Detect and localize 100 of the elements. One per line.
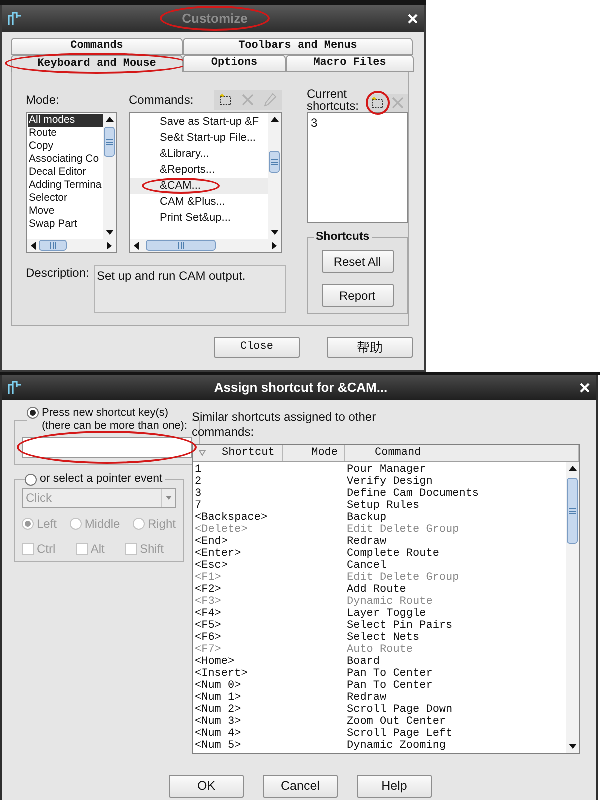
table-cell: Verify Design — [347, 476, 433, 488]
push-button[interactable]: Cancel — [263, 775, 338, 798]
caret-icon — [166, 496, 172, 500]
close-icon[interactable] — [408, 14, 418, 24]
list-item[interactable]: &Library... — [130, 146, 268, 162]
tab[interactable]: Macro Files — [286, 55, 414, 72]
tab[interactable]: Commands — [11, 38, 183, 55]
list-item[interactable]: Se&t Start-up File... — [130, 130, 268, 146]
arrow-down-icon[interactable] — [270, 229, 278, 236]
table-cell: Pan To Center — [347, 680, 433, 692]
similar-shortcuts-label: Similar shortcuts assigned to other commands: — [192, 410, 378, 440]
table-cell: Complete Route — [347, 548, 440, 560]
table-cell-text: <Num 5> — [195, 740, 242, 752]
list-item[interactable]: Print Set&up... — [130, 210, 268, 226]
list-item[interactable]: &Reports... — [130, 162, 268, 178]
arrow-right-icon[interactable] — [106, 242, 113, 250]
new-item-icon[interactable] — [219, 93, 233, 107]
table-cell-text: 3 — [195, 488, 203, 500]
table-cell: Add Route — [347, 584, 406, 596]
tab[interactable]: Options — [183, 55, 286, 72]
new-item-icon[interactable] — [371, 96, 385, 110]
scrollbar-thumb[interactable] — [104, 127, 115, 157]
arrow-up-icon[interactable] — [106, 116, 114, 123]
list-item[interactable]: Selector — [28, 192, 103, 205]
table-cell: Zoom Out Center — [347, 716, 446, 728]
arrow-up-icon[interactable] — [270, 116, 278, 123]
list-item[interactable]: Swap Part — [28, 218, 103, 231]
mode-list[interactable]: All modes Route Copy Associating Co Decal Editor Adding Termina Selector Move Swap Part — [26, 112, 117, 253]
close-icon[interactable] — [580, 382, 590, 392]
table-cell-text: <Num 0> — [195, 680, 242, 692]
table-cell: Edit Delete Group — [347, 524, 460, 536]
scrollbar-track[interactable] — [130, 239, 281, 252]
arrow-left-icon[interactable] — [133, 242, 140, 250]
table-cell: Pan To Center — [347, 668, 433, 680]
arrow-down-icon[interactable] — [106, 229, 114, 236]
table-cell-text: <Esc> — [195, 560, 230, 572]
arrow-down-icon[interactable] — [568, 743, 576, 750]
table-cell-text: 1 — [195, 464, 203, 476]
table-cell-text: <F5> — [195, 620, 222, 632]
table-cell-text: <Num 4> — [195, 728, 242, 740]
arrow-left-icon[interactable] — [30, 242, 37, 250]
list-item[interactable]: Associating Co — [28, 153, 103, 166]
mode-label: Mode: — [26, 92, 60, 109]
table-cell-text: <Delete> — [195, 524, 249, 536]
checkbox-label: Alt — [90, 541, 105, 558]
list-item[interactable]: 3 — [311, 114, 404, 132]
radio-label: Left — [37, 516, 58, 534]
push-button[interactable]: Close — [214, 337, 300, 358]
list-item[interactable]: Adding Termina — [28, 179, 103, 192]
column-header[interactable]: Shortcut — [193, 445, 283, 461]
list-item[interactable]: CAM &Plus... — [130, 194, 268, 210]
table-cell: Board — [347, 656, 380, 668]
group-title: Shortcuts — [315, 230, 371, 245]
list-item[interactable]: All modes — [28, 114, 103, 127]
table-cell-text: <Enter> — [195, 548, 242, 560]
push-button[interactable]: Help — [357, 775, 432, 798]
sort-icon — [199, 450, 206, 456]
list-item[interactable]: Save as Start-up &F — [130, 114, 268, 130]
radio-label: Middle — [84, 516, 120, 534]
shortcuts-list[interactable]: 3 — [307, 112, 408, 223]
list-item[interactable]: Move — [28, 205, 103, 218]
push-button[interactable]: Report — [322, 284, 394, 308]
push-button[interactable]: 帮助 — [327, 337, 413, 358]
table-cell: Auto Route — [347, 644, 414, 656]
list-item[interactable]: Decal Editor — [28, 166, 103, 179]
list-item[interactable]: &CAM... — [130, 178, 268, 194]
radio-label: or select a pointer event — [40, 472, 163, 487]
checkbox-label: Ctrl — [37, 541, 56, 558]
commands-list[interactable]: Save as Start-up &F Se&t Start-up File... &Library... &Reports... &CAM... CAM &Plus... Print Set&up... — [129, 112, 282, 253]
push-button[interactable]: Reset All — [322, 250, 394, 274]
tab[interactable]: Keyboard and Mouse — [11, 55, 183, 72]
list-item[interactable]: Copy — [28, 140, 103, 153]
table-cell: Redraw — [347, 536, 387, 548]
radio-button[interactable] — [27, 407, 39, 419]
input-field[interactable] — [22, 437, 192, 458]
push-button[interactable]: OK — [169, 775, 244, 798]
table-cell-text: <Backspace> — [195, 512, 269, 524]
arrow-up-icon[interactable] — [568, 465, 576, 472]
scrollbar-thumb[interactable] — [146, 240, 216, 251]
checkbox-label: Shift — [140, 541, 164, 558]
arrow-right-icon[interactable] — [271, 242, 278, 250]
scrollbar-thumb[interactable] — [567, 478, 578, 544]
window-title: Assign shortcut for &CAM... — [214, 378, 388, 397]
column-header[interactable]: Command — [345, 445, 579, 461]
table-cell-text: <Home> — [195, 656, 236, 668]
table-cell: Scroll Page Left — [347, 728, 453, 740]
table-cell: Layer Toggle — [347, 608, 426, 620]
scrollbar-track[interactable] — [268, 113, 281, 239]
scrollbar-track[interactable] — [566, 462, 579, 753]
scrollbar-thumb[interactable] — [269, 151, 280, 173]
scrollbar-thumb[interactable] — [39, 240, 67, 251]
tab[interactable]: Toolbars and Menus — [183, 38, 413, 55]
scrollbar-track[interactable] — [103, 113, 116, 239]
table-cell: Edit Delete Group — [347, 572, 460, 584]
list-item[interactable]: Route — [28, 127, 103, 140]
column-header[interactable]: Mode — [283, 445, 345, 461]
table-cell: Cancel — [347, 560, 387, 572]
table-cell: Backup — [347, 512, 387, 524]
scrollbar-track[interactable] — [27, 239, 116, 252]
table-cell: Scroll Page Down — [347, 704, 453, 716]
